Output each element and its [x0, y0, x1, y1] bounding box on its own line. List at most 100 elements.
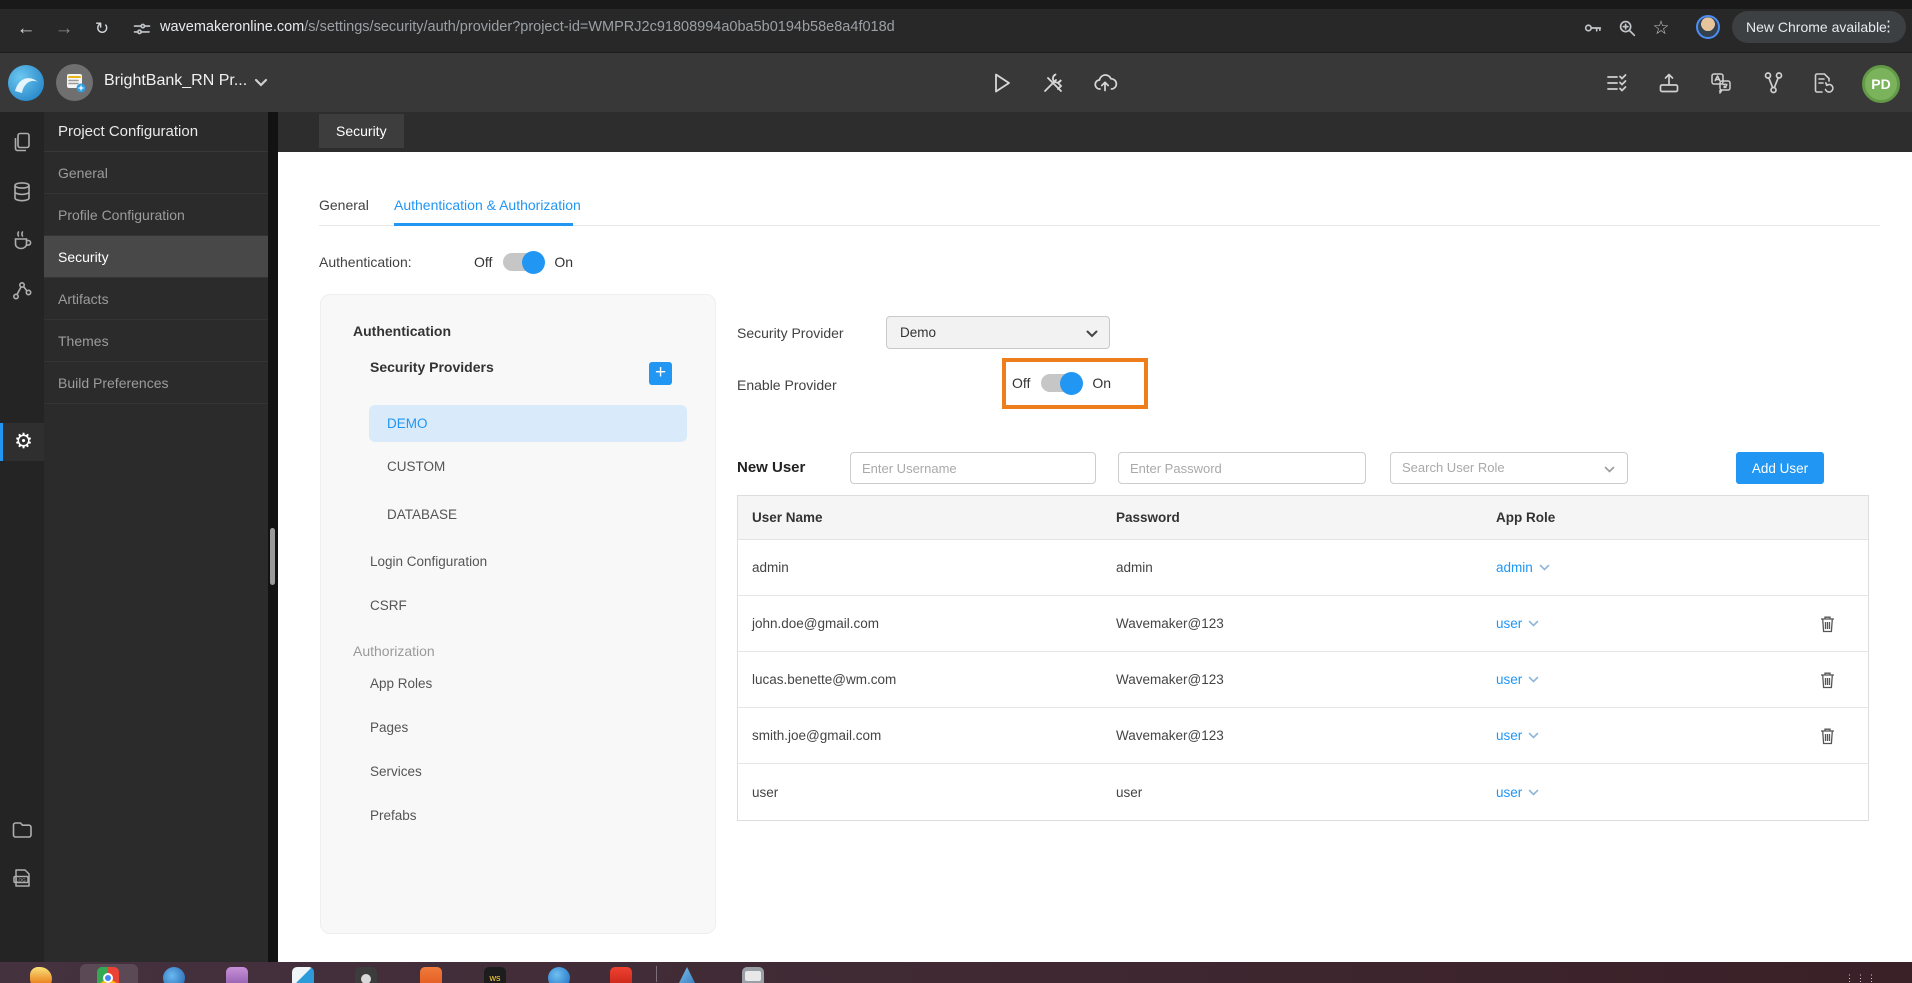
dock-divider — [656, 966, 657, 982]
col-header-username: User Name — [752, 510, 823, 525]
role-chevron-down-icon[interactable] — [1528, 789, 1539, 796]
cell-username: smith.joe@gmail.com — [752, 728, 882, 743]
cell-username: user — [752, 784, 779, 800]
username-input[interactable] — [850, 452, 1096, 484]
terminal-app-icon[interactable] — [742, 967, 764, 983]
sidebar-item-themes[interactable]: Themes — [44, 320, 268, 362]
nav-item-login-configuration[interactable]: Login Configuration — [370, 554, 487, 569]
sidebar-item-build-preferences[interactable]: Build Preferences — [44, 362, 268, 404]
url-path: /s/settings/security/auth/provider?proje… — [304, 19, 895, 35]
run-play-icon[interactable] — [988, 70, 1014, 96]
delete-user-icon[interactable] — [1818, 726, 1837, 746]
build-tools-icon[interactable] — [1040, 70, 1066, 96]
jdownloader-icon[interactable] — [610, 967, 632, 983]
delete-user-icon[interactable] — [1818, 670, 1837, 690]
user-avatar[interactable]: PD — [1862, 65, 1900, 103]
sidebar-item-artifacts[interactable]: Artifacts — [44, 278, 268, 320]
cell-password: user — [1116, 784, 1143, 800]
site-settings-icon[interactable] — [132, 19, 154, 41]
role-chevron-down-icon[interactable] — [1528, 732, 1539, 739]
tab-authentication-authorization[interactable]: Authentication & Authorization — [394, 197, 581, 213]
nav-item-pages[interactable]: Pages — [370, 720, 408, 735]
text-editor-icon[interactable] — [292, 967, 314, 983]
user-role-select[interactable]: Search User Role — [1390, 452, 1628, 484]
sidebar-item-profile-configuration[interactable]: Profile Configuration — [44, 194, 268, 236]
software-store-icon[interactable] — [420, 967, 442, 983]
nav-item-prefabs[interactable]: Prefabs — [370, 808, 417, 823]
wavemaker-studio-icon[interactable]: ws — [484, 967, 506, 983]
database-icon[interactable] — [10, 180, 34, 204]
project-name[interactable]: BrightBank_RN Pr... — [104, 72, 247, 90]
password-key-icon[interactable] — [1582, 17, 1604, 39]
help-icon[interactable] — [548, 967, 570, 983]
workspace-rail: ⚙ LOG ● ● ● — [0, 112, 44, 962]
toggle-knob[interactable] — [522, 250, 546, 274]
version-branch-icon[interactable] — [1760, 70, 1786, 96]
browser-profile-avatar[interactable] — [1696, 15, 1720, 39]
thunderbird-icon[interactable] — [163, 967, 185, 983]
show-apps-icon[interactable]: ⋮⋮⋮ — [1845, 973, 1878, 983]
role-dropdown[interactable]: user — [1496, 616, 1522, 631]
table-row: user user user — [738, 764, 1868, 820]
role-dropdown[interactable]: user — [1496, 672, 1522, 687]
cell-username: admin — [752, 560, 789, 575]
security-page-tab[interactable]: Security — [319, 114, 404, 148]
translate-icon[interactable] — [1708, 70, 1734, 96]
tab-general[interactable]: General — [319, 197, 369, 213]
sidebar-scrollbar[interactable] — [268, 112, 278, 962]
role-dropdown[interactable]: user — [1496, 785, 1522, 800]
cloud-upload-icon[interactable] — [1092, 70, 1118, 96]
add-user-button[interactable]: Add User — [1736, 452, 1824, 484]
browser-menu-icon[interactable]: ⋮ — [1881, 11, 1896, 43]
java-services-icon[interactable] — [10, 228, 34, 252]
zoom-icon[interactable] — [1616, 17, 1638, 39]
project-config-sidebar: Project Configuration General Profile Co… — [44, 112, 268, 962]
provider-item-custom[interactable]: CUSTOM — [387, 459, 445, 474]
settings-gear-icon[interactable]: ⚙ — [0, 423, 44, 461]
gimp-icon[interactable] — [30, 967, 52, 983]
file-sync-icon[interactable] — [1810, 70, 1836, 96]
folder-icon[interactable] — [10, 818, 34, 842]
project-avatar-icon[interactable] — [56, 64, 93, 101]
screenshot-icon[interactable] — [355, 967, 377, 983]
provider-item-demo[interactable]: DEMO — [369, 405, 687, 442]
files-icon[interactable] — [226, 967, 248, 983]
cell-password: Wavemaker@123 — [1116, 728, 1224, 743]
role-dropdown[interactable]: user — [1496, 728, 1522, 743]
authentication-toggle[interactable] — [503, 250, 546, 274]
role-chevron-down-icon[interactable] — [1539, 564, 1550, 571]
new-user-label: New User — [737, 459, 806, 476]
apis-icon[interactable] — [10, 278, 34, 302]
nav-item-app-roles[interactable]: App Roles — [370, 676, 432, 691]
nav-item-services[interactable]: Services — [370, 764, 422, 779]
export-deploy-icon[interactable] — [1656, 70, 1682, 96]
sidebar-item-general[interactable]: General — [44, 152, 268, 194]
role-chevron-down-icon[interactable] — [1528, 676, 1539, 683]
delete-user-icon[interactable] — [1818, 614, 1837, 634]
sidebar-item-security[interactable]: Security — [44, 236, 268, 278]
provider-item-database[interactable]: DATABASE — [387, 507, 457, 522]
toggle-knob[interactable] — [1060, 371, 1084, 395]
prism-app-icon[interactable] — [676, 967, 698, 983]
add-provider-button[interactable]: + — [649, 362, 672, 385]
chrome-update-button[interactable]: New Chrome available ⋮ — [1732, 11, 1906, 43]
project-chevron-down-icon[interactable] — [254, 78, 268, 87]
logs-icon[interactable]: LOG — [10, 866, 34, 890]
role-dropdown[interactable]: admin — [1496, 560, 1533, 575]
password-input[interactable] — [1118, 452, 1366, 484]
enable-provider-toggle[interactable] — [1041, 371, 1084, 395]
checklist-icon[interactable] — [1604, 70, 1630, 96]
nav-item-csrf[interactable]: CSRF — [370, 598, 407, 613]
security-provider-value: Demo — [900, 325, 937, 340]
toggle-on-label: On — [554, 254, 574, 270]
role-chevron-down-icon[interactable] — [1528, 620, 1539, 627]
forward-icon[interactable]: → — [52, 17, 76, 41]
pages-icon[interactable] — [10, 130, 34, 154]
security-provider-select[interactable]: Demo — [886, 316, 1110, 349]
reload-icon[interactable]: ↻ — [90, 17, 114, 41]
chrome-icon[interactable] — [97, 967, 119, 983]
back-icon[interactable]: ← — [14, 17, 38, 41]
scrollbar-thumb[interactable] — [270, 528, 275, 585]
bookmark-star-icon[interactable]: ☆ — [1650, 17, 1672, 39]
address-bar[interactable]: wavemakeronline.com/s/settings/security/… — [160, 19, 895, 35]
